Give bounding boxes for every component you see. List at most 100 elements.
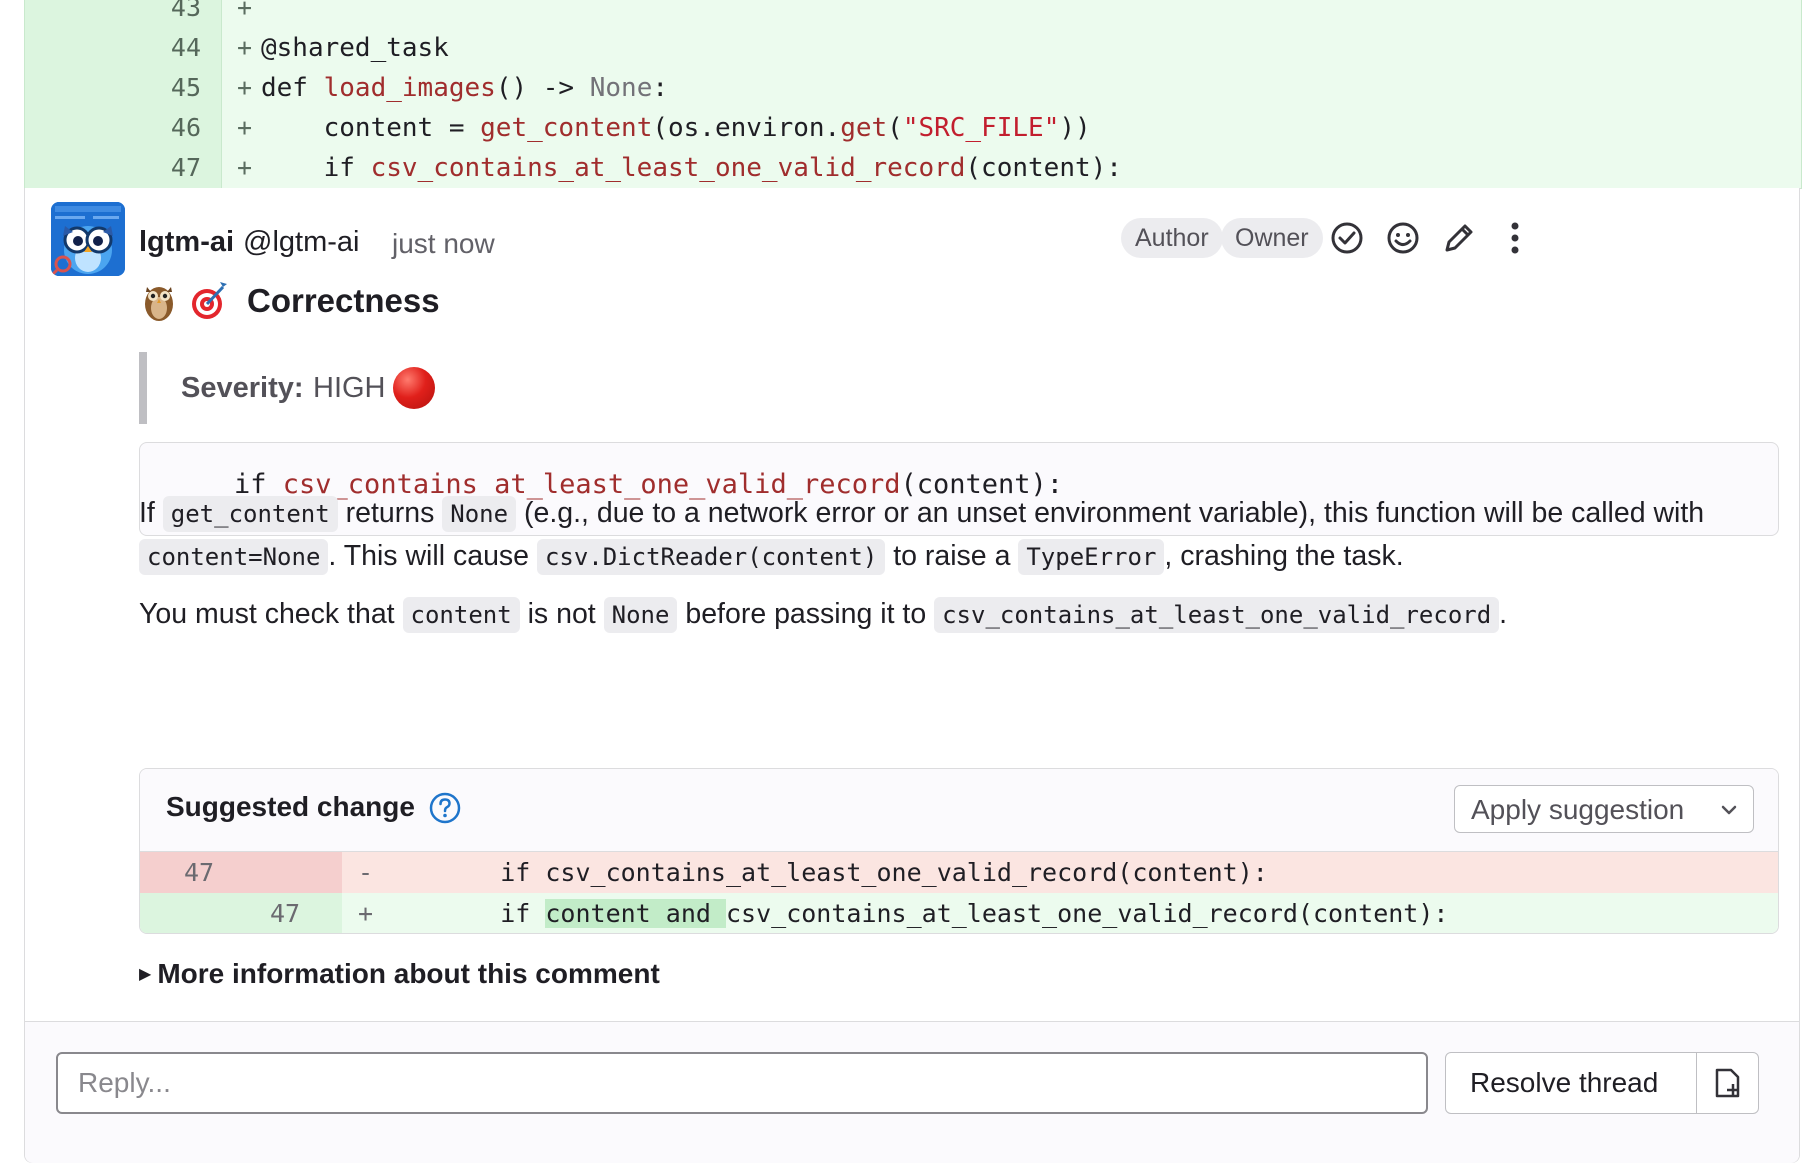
- severity-value: HIGH: [313, 372, 386, 404]
- target-emoji-icon: [192, 282, 227, 319]
- code-text: :: [652, 73, 669, 103]
- category-title: Correctness: [247, 282, 440, 319]
- text: . This will cause: [328, 540, 537, 572]
- avatar[interactable]: [51, 202, 125, 276]
- code-line: if content and csv_contains_at_least_one…: [440, 893, 1449, 933]
- diff-line: 47 + if csv_contains_at_least_one_valid_…: [25, 148, 1801, 188]
- new-line-number: 47: [270, 899, 301, 928]
- code-text: (content):: [965, 153, 1122, 183]
- inline-code: None: [442, 496, 517, 532]
- line-number[interactable]: 43: [25, 0, 222, 28]
- diff-sign: +: [237, 73, 253, 102]
- diff-sign: +: [237, 153, 253, 182]
- old-line-number: 47: [184, 858, 215, 887]
- more-actions-button[interactable]: [1495, 218, 1535, 258]
- text: returns: [337, 497, 443, 529]
- chevron-down-icon: [1721, 805, 1737, 815]
- diff-line: 45 + def load_images() -> None:: [25, 68, 1801, 108]
- author-handle[interactable]: @lgtm-ai: [243, 226, 359, 259]
- pencil-icon: [1445, 224, 1473, 252]
- severity-label: Severity:: [181, 372, 304, 404]
- code-text: content =: [261, 113, 481, 143]
- suggestion-deleted-line: 47 - if csv_contains_at_least_one_valid_…: [140, 852, 1778, 893]
- inline-code: get_content: [162, 496, 338, 532]
- diff-sign: -: [358, 858, 374, 887]
- line-gutter: [140, 893, 342, 933]
- code-line: def load_images() -> None:: [261, 68, 668, 108]
- suggestion-title: Suggested change: [166, 791, 415, 822]
- diff-line: 44 + @shared_task: [25, 28, 1801, 68]
- add-reaction-button[interactable]: [1383, 218, 1423, 258]
- reply-input[interactable]: [56, 1052, 1428, 1114]
- resolve-check-button[interactable]: [1327, 218, 1367, 258]
- code-text: if: [261, 153, 371, 183]
- create-issue-button[interactable]: [1696, 1053, 1759, 1113]
- severity-quote: Severity: HIGH: [139, 352, 739, 424]
- inline-code: csv.DictReader(content): [536, 539, 886, 575]
- none-literal: None: [589, 73, 653, 103]
- code-line: if csv_contains_at_least_one_valid_recor…: [261, 148, 1122, 188]
- smiley-icon: [1387, 222, 1419, 254]
- suggestion-added-line: 47 + if content and csv_contains_at_leas…: [140, 893, 1778, 933]
- owner-badge: Owner: [1221, 218, 1323, 258]
- reply-footer: Resolve thread: [25, 1021, 1799, 1163]
- author-name[interactable]: lgtm-ai: [139, 226, 234, 259]
- more-information-toggle[interactable]: ▶ More information about this comment: [139, 958, 660, 990]
- author-badge: Author: [1121, 218, 1223, 258]
- text: before passing it to: [677, 598, 935, 630]
- comment-card: lgtm-ai @lgtm-ai just now Author Owner C…: [24, 188, 1800, 1163]
- diff-view: 43 + 44 + @shared_task 45 + def load_ima…: [24, 0, 1802, 189]
- suggested-change: Suggested change Apply suggestion 47 - i…: [139, 768, 1779, 934]
- added-highlight: content and: [545, 899, 726, 928]
- function-name: get: [840, 113, 888, 143]
- text: If: [139, 497, 163, 529]
- inline-code: TypeError: [1018, 539, 1165, 575]
- resolve-thread-label: Resolve thread: [1470, 1067, 1659, 1098]
- code-text: csv_contains_at_least_one_valid_record(c…: [725, 899, 1449, 928]
- line-number[interactable]: 47: [25, 148, 222, 188]
- comment-paragraph: You must check that content is not None …: [139, 593, 1789, 636]
- text: (e.g., due to a network error or an unse…: [516, 497, 1705, 529]
- text: is not: [519, 598, 604, 630]
- function-name: csv_contains_at_least_one_valid_record: [370, 153, 966, 183]
- timestamp[interactable]: just now: [392, 228, 495, 260]
- question-circle-icon: [429, 792, 461, 824]
- resolve-thread-button[interactable]: Resolve thread: [1446, 1053, 1696, 1113]
- inline-code: content: [402, 597, 520, 633]
- resolve-button-group: Resolve thread: [1445, 1052, 1759, 1114]
- text: to raise a: [885, 540, 1019, 572]
- line-gutter: [140, 852, 342, 893]
- code-line: content = get_content(os.environ.get("SR…: [261, 108, 1091, 148]
- check-circle-icon: [1331, 222, 1363, 254]
- help-button[interactable]: [428, 791, 462, 825]
- text: , crashing the task.: [1164, 540, 1404, 572]
- code-text: if: [440, 899, 546, 928]
- code-text: )): [1059, 113, 1091, 143]
- owl-emoji-icon: [145, 287, 173, 321]
- string-literal: "SRC_FILE": [902, 113, 1060, 143]
- diff-line: 43 +: [25, 0, 1801, 28]
- function-name: load_images: [323, 73, 496, 103]
- inline-code: csv_contains_at_least_one_valid_record: [934, 597, 1500, 633]
- line-number[interactable]: 46: [25, 108, 222, 148]
- line-number[interactable]: 45: [25, 68, 222, 108]
- diff-sign: +: [358, 899, 374, 928]
- owl-avatar-icon: [51, 202, 125, 276]
- apply-suggestion-dropdown[interactable]: Apply suggestion: [1454, 785, 1754, 833]
- caret-right-icon: ▶: [139, 966, 152, 983]
- inline-code: None: [603, 597, 678, 633]
- issue-new-icon: [1715, 1068, 1740, 1098]
- line-number[interactable]: 44: [25, 28, 222, 68]
- inline-code: content=None: [139, 539, 329, 575]
- keyword: def: [261, 73, 324, 103]
- code-line: @shared_task: [261, 33, 449, 63]
- diff-sign: +: [237, 0, 253, 22]
- suggestion-header: Suggested change Apply suggestion: [140, 769, 1778, 852]
- code-line: if csv_contains_at_least_one_valid_recor…: [440, 858, 1268, 887]
- apply-suggestion-label: Apply suggestion: [1471, 794, 1685, 825]
- text: .: [1499, 598, 1508, 630]
- red-circle-icon: [393, 367, 435, 409]
- text: You must check that: [139, 598, 403, 630]
- edit-comment-button[interactable]: [1439, 218, 1479, 258]
- code-text: (: [887, 113, 903, 143]
